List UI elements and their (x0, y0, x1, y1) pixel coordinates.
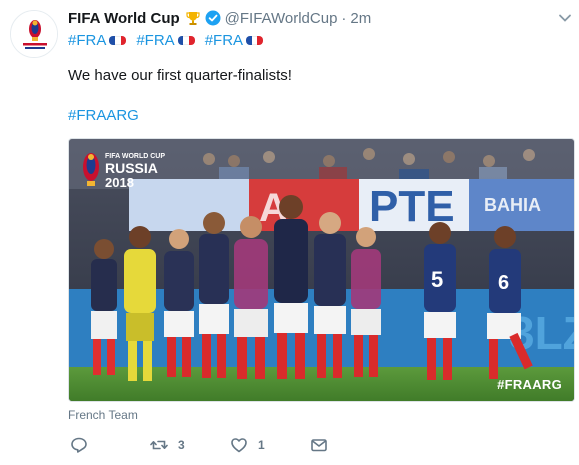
heart-icon (231, 438, 247, 453)
hashtag-link[interactable]: #FRA (204, 31, 264, 49)
france-flag-icon (109, 35, 127, 45)
svg-text:5: 5 (431, 267, 443, 292)
france-flag-icon (177, 35, 195, 45)
france-flag-icon (246, 35, 264, 45)
envelope-icon (311, 439, 327, 452)
avatar[interactable] (10, 10, 58, 58)
reply-icon (71, 437, 87, 453)
author-handle[interactable]: @FIFAWorldCup (225, 10, 338, 27)
media-caption[interactable]: French Team (68, 408, 138, 422)
hashtag-link[interactable]: #FRA (136, 31, 195, 49)
tweet-text: We have our first quarter-finalists! (68, 67, 292, 84)
verified-badge-icon (205, 10, 221, 26)
tweet-media-photo[interactable]: PTE A BAHIA 3LZ 5 6 FIF (68, 138, 575, 402)
chevron-down-icon[interactable] (557, 10, 573, 26)
hashtag-text: #FRA (204, 31, 244, 49)
retweet-button[interactable]: 3 (150, 436, 185, 454)
hashtag-link[interactable]: #FRA (68, 31, 127, 49)
hashtag-text: #FRA (136, 31, 175, 49)
hashtag-row: #FRA #FRA #FRA (68, 30, 273, 50)
logo-line-2: RUSSIA (105, 160, 158, 176)
fifa-russia-2018-logo: FIFA WORLD CUP RUSSIA 2018 (79, 147, 189, 193)
like-count: 1 (258, 438, 265, 452)
separator-dot: · (341, 9, 347, 27)
trophy-icon (186, 12, 200, 25)
direct-message-button[interactable] (310, 436, 328, 454)
retweet-icon (150, 440, 168, 450)
logo-line-3: 2018 (105, 175, 134, 190)
author-name[interactable]: FIFA World Cup (68, 10, 180, 27)
hashtag-link-fraarg[interactable]: #FRAARG (68, 107, 139, 124)
tweet-header: FIFA World Cup @FIFAWorldCup · 2m (68, 8, 568, 28)
fifa-world-cup-logo (11, 11, 57, 57)
timestamp[interactable]: 2m (350, 10, 371, 27)
reply-button[interactable] (70, 436, 88, 454)
tweet-actions: 3 1 (68, 436, 368, 456)
svg-text:BAHIA: BAHIA (484, 195, 541, 215)
like-button[interactable]: 1 (230, 436, 265, 454)
retweet-count: 3 (178, 438, 185, 452)
media-watermark-hashtag: #FRAARG (497, 377, 562, 392)
svg-text:6: 6 (498, 272, 509, 294)
hashtag-text: #FRA (68, 31, 107, 49)
